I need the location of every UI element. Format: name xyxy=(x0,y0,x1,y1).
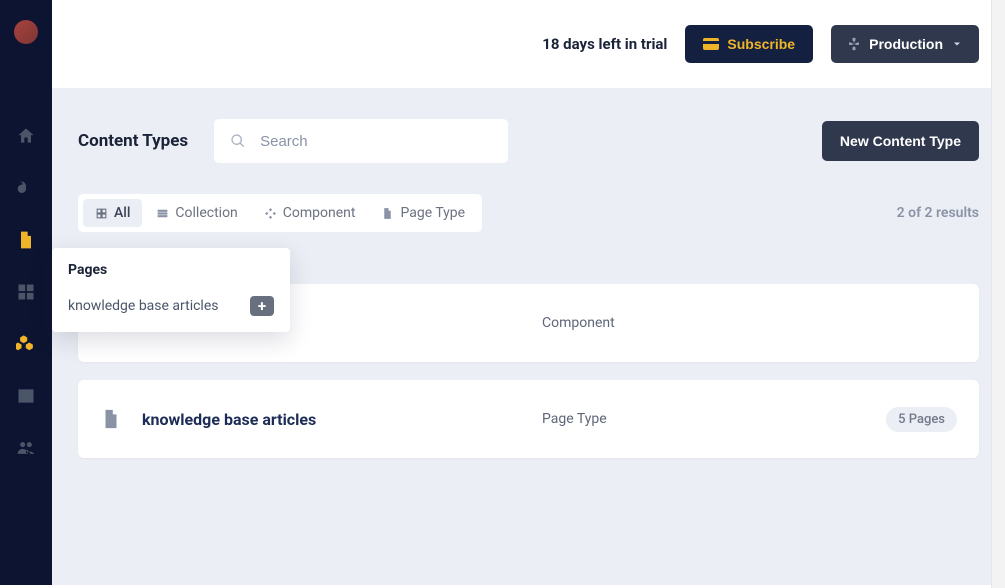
list-item-type: Page Type xyxy=(542,411,866,427)
chevron-down-icon xyxy=(951,38,963,50)
sidebar-item-collections[interactable] xyxy=(0,268,52,316)
trial-text: 18 days left in trial xyxy=(542,35,667,53)
page-title: Content Types xyxy=(78,131,188,151)
home-icon xyxy=(16,126,36,146)
search-input[interactable] xyxy=(260,133,492,150)
search-icon xyxy=(230,132,246,150)
list-item-type: Component xyxy=(542,315,957,331)
avatar[interactable] xyxy=(14,20,38,44)
filter-collection-label: Collection xyxy=(175,205,237,221)
filter-pills: All Collection Component Page Type xyxy=(78,194,482,232)
collection-icon xyxy=(156,207,169,220)
pagetype-icon xyxy=(381,207,394,220)
filter-component[interactable]: Component xyxy=(252,199,368,227)
new-content-type-button[interactable]: New Content Type xyxy=(822,121,979,161)
sidebar-item-users[interactable] xyxy=(0,424,52,472)
filter-all[interactable]: All xyxy=(83,199,142,227)
content-area: Content Types New Content Type All Colle… xyxy=(52,88,1005,588)
filter-all-label: All xyxy=(114,205,130,221)
users-icon xyxy=(16,438,36,458)
add-page-button[interactable]: + xyxy=(250,296,274,316)
header-row: Content Types New Content Type xyxy=(78,106,979,176)
popover-item[interactable]: knowledge base articles + xyxy=(68,296,274,316)
list-item-badge: 5 Pages xyxy=(886,407,957,432)
blog-icon xyxy=(16,178,36,198)
image-icon xyxy=(16,386,36,406)
popover-title: Pages xyxy=(68,262,274,278)
sidebar xyxy=(0,0,52,588)
credit-card-icon xyxy=(703,38,719,50)
popover-item-label: knowledge base articles xyxy=(68,298,218,314)
list-item[interactable]: knowledge base articles Page Type 5 Page… xyxy=(78,380,979,458)
sidebar-item-pages[interactable] xyxy=(0,216,52,264)
vertical-scrollbar[interactable] xyxy=(991,0,1005,588)
filter-pagetype[interactable]: Page Type xyxy=(369,199,477,227)
list-item-title: knowledge base articles xyxy=(142,410,522,429)
filter-row: All Collection Component Page Type 2 of … xyxy=(78,194,979,232)
filter-collection[interactable]: Collection xyxy=(144,199,249,227)
sidebar-item-blog[interactable] xyxy=(0,164,52,212)
subscribe-label: Subscribe xyxy=(727,36,795,52)
sidebar-item-home[interactable] xyxy=(0,112,52,160)
grid-icon xyxy=(16,282,36,302)
results-count: 2 of 2 results xyxy=(897,205,979,221)
pages-popover: Pages knowledge base articles + xyxy=(52,248,290,332)
subscribe-button[interactable]: Subscribe xyxy=(685,25,813,63)
component-icon xyxy=(264,207,277,220)
topbar: 18 days left in trial Subscribe Producti… xyxy=(52,0,1005,88)
filter-component-label: Component xyxy=(283,205,356,221)
tree-icon xyxy=(847,37,861,51)
sidebar-item-media[interactable] xyxy=(0,372,52,420)
all-icon xyxy=(95,207,108,220)
sidebar-item-components[interactable] xyxy=(0,320,52,368)
filter-pagetype-label: Page Type xyxy=(400,205,465,221)
boxes-icon xyxy=(16,334,36,354)
search-box[interactable] xyxy=(214,119,508,163)
production-dropdown[interactable]: Production xyxy=(831,25,979,63)
production-label: Production xyxy=(869,36,943,52)
page-icon xyxy=(100,408,122,430)
page-icon xyxy=(16,230,36,250)
